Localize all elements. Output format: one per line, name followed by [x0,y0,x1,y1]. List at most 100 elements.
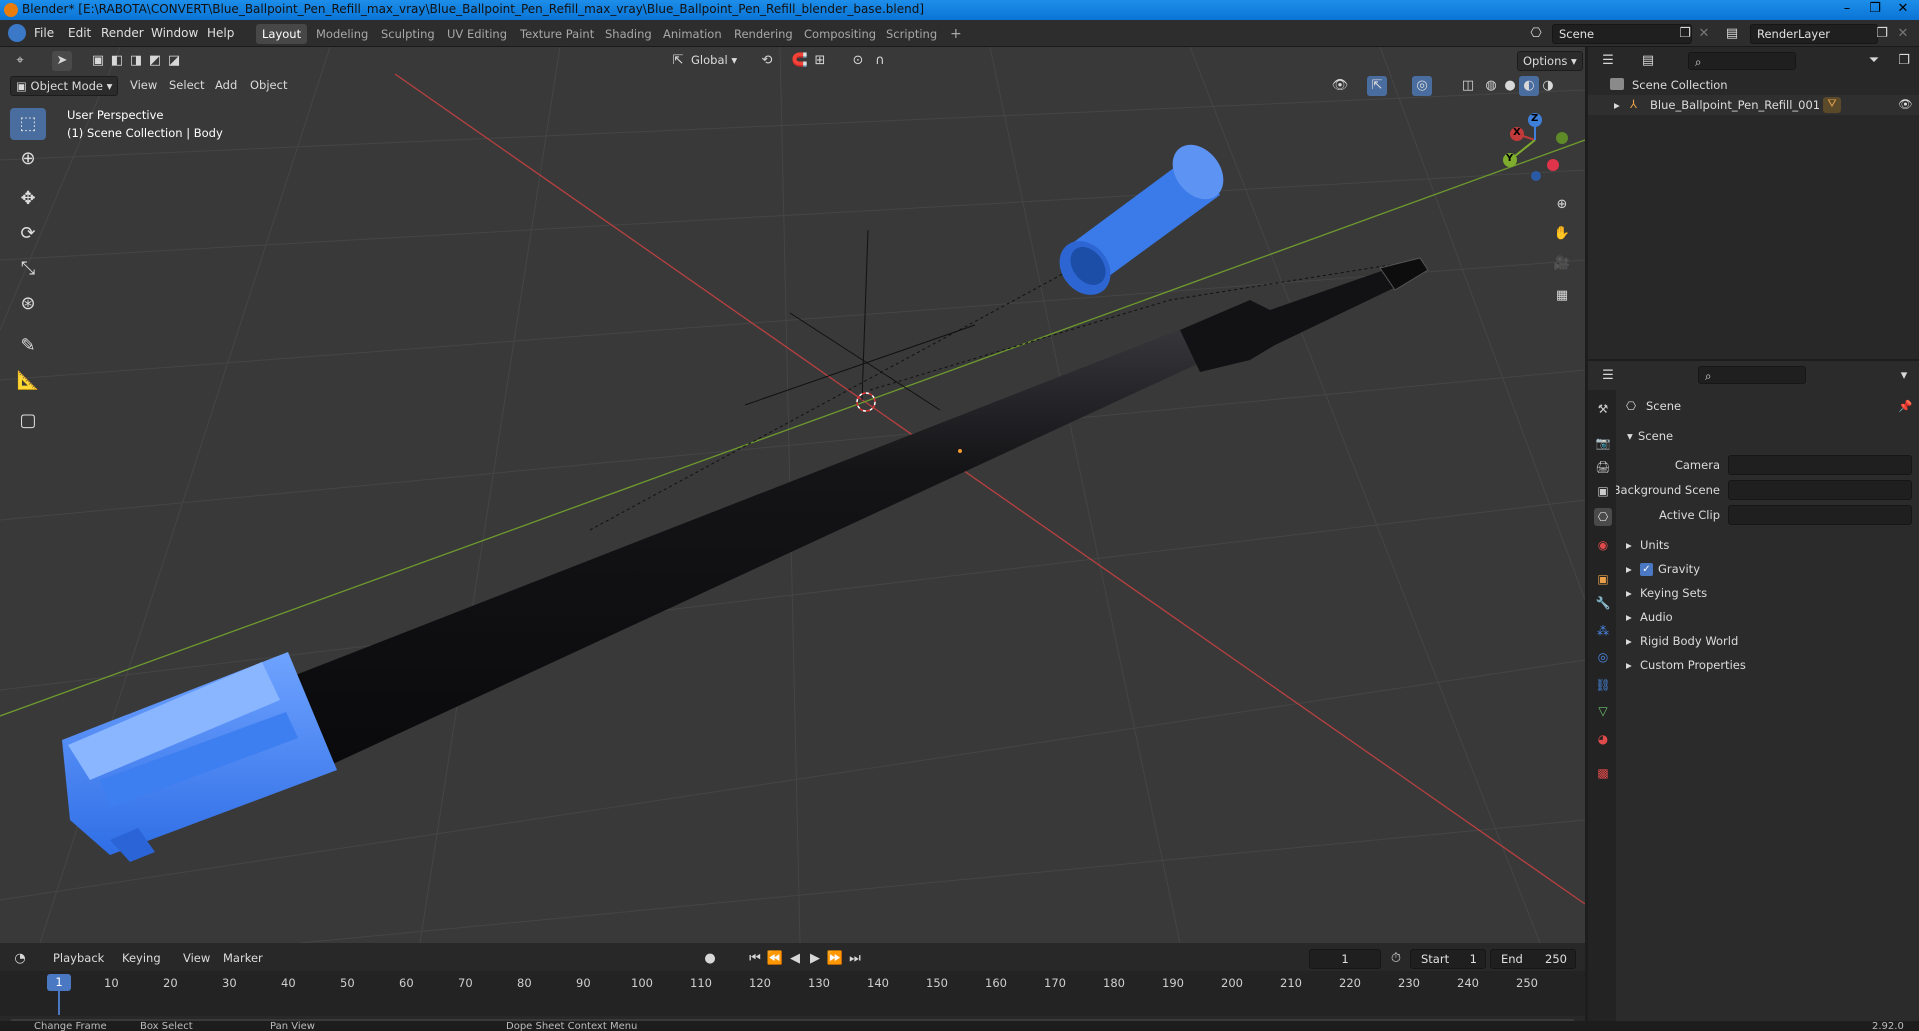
camera-view-icon[interactable]: 🎥 [1552,254,1572,274]
gravity-checkbox[interactable]: ✓ [1640,563,1653,576]
options-dropdown[interactable]: Options ▾ [1517,51,1583,71]
timeline-menu-playback[interactable]: Playback [48,949,109,969]
particles-tab-icon[interactable]: ⁂ [1594,622,1612,640]
3d-viewport[interactable] [0,47,1585,943]
rendered-shading-icon[interactable]: ◑ [1538,76,1558,96]
minimize-button[interactable]: – [1833,0,1861,20]
pen-cap-mesh[interactable] [1049,135,1234,305]
timeline-menu-view[interactable]: View [178,949,215,969]
select-subtract-icon[interactable]: ◨ [126,51,146,71]
data-tab-icon[interactable]: ▽ [1594,702,1612,720]
tool-move[interactable]: ✥ [10,183,46,215]
navigation-gizmo[interactable]: X Y Z [1495,112,1575,192]
new-scene-icon[interactable]: ❐ [1675,24,1695,44]
tab-modeling[interactable]: Modeling [310,24,374,44]
tool-rotate[interactable]: ⟳ [10,218,46,250]
active-clip-field[interactable] [1728,505,1912,525]
filter-icon[interactable]: ⏷ [1864,51,1884,71]
scene-selector[interactable]: Scene [1552,24,1692,44]
section-custom-properties[interactable]: ▸ Custom Properties [1626,657,1911,677]
tab-compositing[interactable]: Compositing [798,24,882,44]
menu-edit[interactable]: Edit [68,26,91,40]
tool-add-cube[interactable]: ▢ [10,405,46,437]
editor-type-icon[interactable]: ⌖ [10,51,30,71]
select-tool-icon[interactable]: ➤ [52,51,72,71]
select-box-mode-icon[interactable]: ▣ [88,51,108,71]
proportional-edit-icon[interactable]: ⊙ [848,51,868,71]
material-tab-icon[interactable]: ◕ [1594,730,1612,748]
render-layer-selector[interactable]: RenderLayer [1750,24,1878,44]
pen-grip-cap-mesh[interactable] [62,652,337,862]
jump-start-icon[interactable]: ⏮ [745,949,765,969]
snap-target-icon[interactable]: ⊞ [810,51,830,71]
new-collection-icon[interactable]: ❐ [1894,51,1914,71]
mode-dropdown[interactable]: ▣ Object Mode ▾ [10,76,119,96]
jump-end-icon[interactable]: ⏭ [845,949,865,969]
pin-icon[interactable]: 📌 [1898,399,1912,413]
section-gravity[interactable]: ▸ ✓ Gravity [1626,561,1911,581]
scene-tab-icon[interactable]: ⎔ [1594,508,1612,526]
tool-transform[interactable]: ⊛ [10,288,46,320]
falloff-icon[interactable]: ∩ [870,51,890,71]
background-scene-field[interactable] [1728,480,1912,500]
add-workspace-button[interactable]: + [944,24,968,44]
new-layer-icon[interactable]: ❐ [1872,24,1892,44]
timeline-menu-keying[interactable]: Keying [117,949,166,969]
tool-scale[interactable]: ⤡ [10,253,46,285]
outliner-search[interactable]: ⌕ [1688,52,1796,70]
menu-window[interactable]: Window [151,26,198,40]
modifier-tab-icon[interactable]: 🔧 [1594,594,1612,612]
tool-cursor[interactable]: ⊕ [10,143,46,175]
start-frame-field[interactable]: Start 1 [1410,949,1486,969]
expand-arrow-icon[interactable]: ▸ [1614,98,1620,112]
section-keying-sets[interactable]: ▸ Keying Sets [1626,585,1911,605]
texture-tab-icon[interactable]: ▩ [1594,764,1612,782]
menu-object[interactable]: Object [245,76,292,96]
maximize-button[interactable]: ❐ [1861,0,1889,20]
record-icon[interactable]: ● [700,949,720,969]
tab-sculpting[interactable]: Sculpting [375,24,441,44]
pivot-icon[interactable]: ⟲ [757,51,777,71]
render-tab-icon[interactable]: 📷 [1594,434,1612,452]
delete-layer-icon[interactable]: ✕ [1893,24,1913,44]
pan-hand-icon[interactable]: ✋ [1552,224,1572,244]
tab-layout[interactable]: Layout [256,24,308,44]
close-button[interactable]: ✕ [1889,0,1917,20]
timeline-editor-icon[interactable]: ◔ [10,949,30,969]
physics-tab-icon[interactable]: ◎ [1594,648,1612,666]
preview-range-icon[interactable]: ⏱ [1386,949,1406,969]
tab-animation[interactable]: Animation [657,24,728,44]
menu-select[interactable]: Select [164,76,209,96]
overlay-toggle-icon[interactable]: ◎ [1412,76,1432,96]
object-tab-icon[interactable]: ▣ [1594,570,1612,588]
camera-field[interactable] [1728,455,1912,475]
wireframe-shading-icon[interactable]: ◍ [1481,76,1501,96]
ortho-grid-icon[interactable]: ▦ [1552,286,1572,306]
properties-editor-icon[interactable]: ☰ [1598,366,1618,386]
play-reverse-icon[interactable]: ◀ [785,949,805,969]
outliner-row-scene-collection[interactable]: Scene Collection [1588,75,1919,95]
panel-collapse-arrow-icon[interactable]: ▾ [1627,429,1633,443]
view-layer-tab-icon[interactable]: ▣ [1594,482,1612,500]
delete-scene-icon[interactable]: ✕ [1694,24,1714,44]
solid-shading-icon[interactable]: ● [1500,76,1520,96]
select-extend-icon[interactable]: ◧ [107,51,127,71]
collapse-icon[interactable]: ▾ [1894,366,1914,386]
tool-tab-icon[interactable]: ⚒ [1594,400,1612,418]
next-keyframe-icon[interactable]: ⏩ [825,949,845,969]
gizmo-toggle-icon[interactable]: ⇱ [1367,76,1387,96]
prev-keyframe-icon[interactable]: ⏪ [765,949,785,969]
constraints-tab-icon[interactable]: ⛓ [1594,676,1612,694]
tool-measure[interactable]: 📐 [10,365,46,397]
menu-add[interactable]: Add [210,76,242,96]
tab-scripting[interactable]: Scripting [880,24,943,44]
end-frame-field[interactable]: End 250 [1490,949,1576,969]
current-frame-field[interactable]: 1 [1309,949,1381,969]
material-shading-icon[interactable]: ◐ [1519,76,1539,96]
tab-texture-paint[interactable]: Texture Paint [514,24,600,44]
tab-uv-editing[interactable]: UV Editing [441,24,513,44]
viewport-canvas[interactable] [0,47,1585,943]
section-rigid-body-world[interactable]: ▸ Rigid Body World [1626,633,1911,653]
select-intersect-icon[interactable]: ◪ [164,51,184,71]
orientation-dropdown[interactable]: Global ▾ [686,51,742,71]
